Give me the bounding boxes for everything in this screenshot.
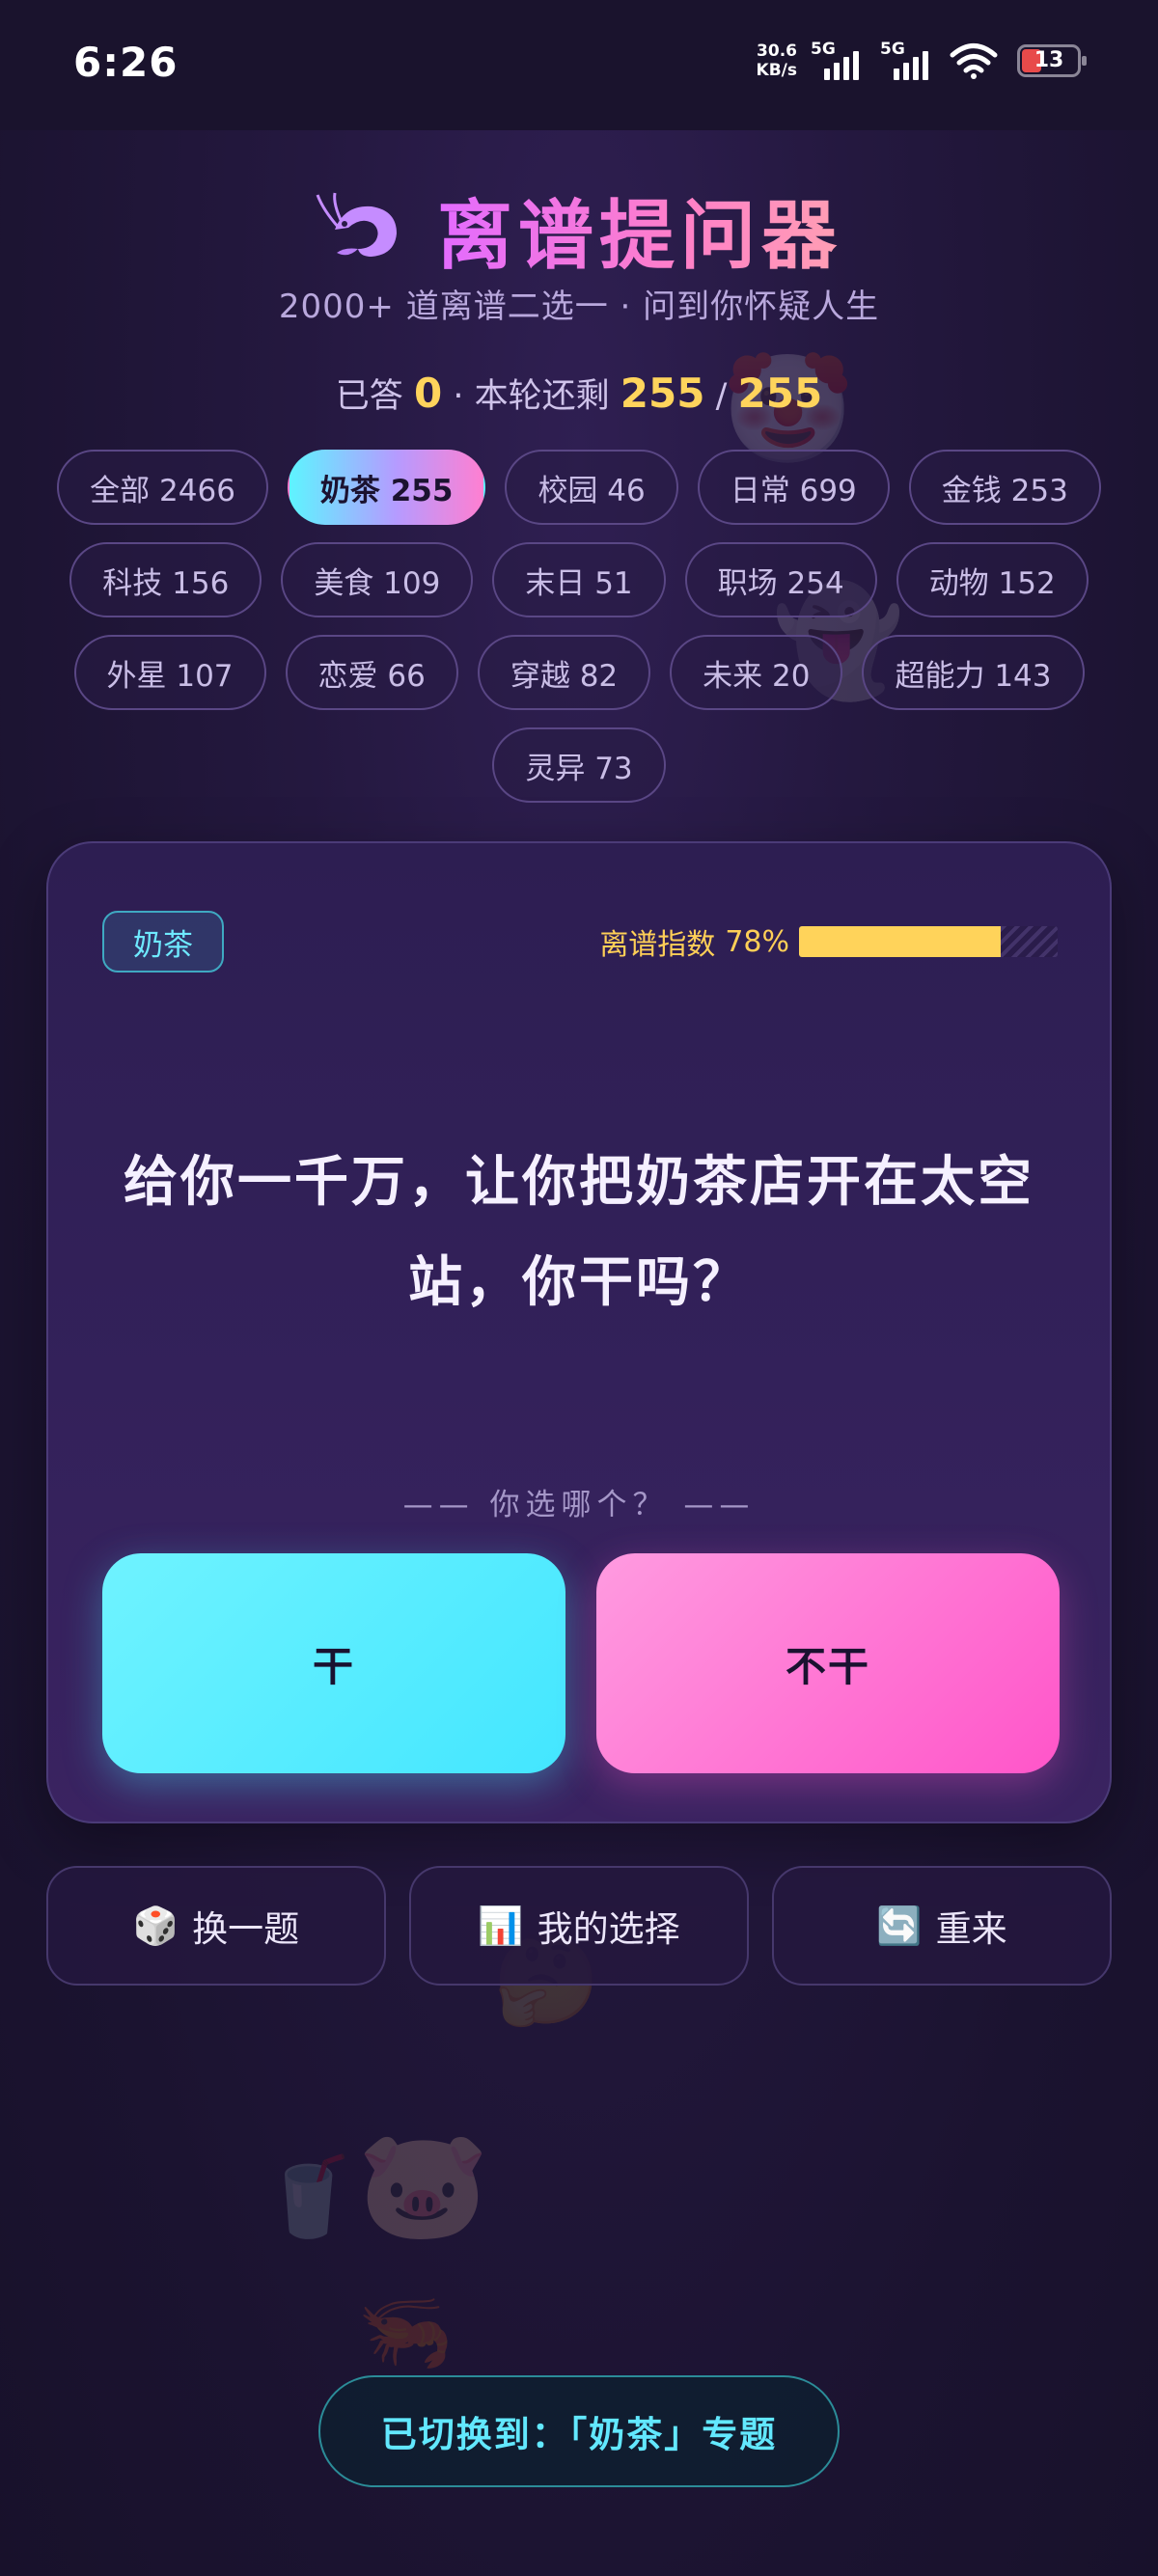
app-title: 离谱提问器 (437, 176, 842, 284)
signal-label: 5G (880, 40, 905, 59)
my-choices-label: 我的选择 (537, 1908, 680, 1950)
shrimp-icon (316, 192, 397, 257)
refresh-icon: 🔄 (876, 1904, 923, 1947)
category-chip-food[interactable]: 美食 109 (281, 542, 474, 617)
dice-icon: 🎲 (132, 1904, 179, 1947)
signal-label: 5G (811, 40, 836, 59)
category-filter: 全部 2466 奶茶 255 校园 46 日常 699 金钱 253 科技 15… (50, 450, 1108, 803)
question-card: 奶茶 离谱指数 78% 给你一千万，让你把奶茶店开在太空站，你干吗？ —— 你选… (46, 841, 1112, 1823)
answered-count: 0 (413, 370, 443, 417)
category-chip-doomsday[interactable]: 末日 51 (492, 542, 666, 617)
app-screen: 6:26 30.6 KB/s 5G 5G 13 🤡 👻 🐷 🥤 🦐 离谱提问器 … (0, 0, 1158, 2576)
option-yes-button[interactable]: 干 (102, 1553, 565, 1773)
signal-icon: 5G (880, 40, 936, 80)
category-chip-supernatural[interactable]: 灵异 73 (492, 727, 666, 803)
network-speed: 30.6 KB/s (757, 41, 797, 80)
status-indicators: 30.6 KB/s 5G 5G 13 (757, 37, 1087, 85)
progress-slash: / (715, 377, 728, 416)
question-text: 给你一千万，让你把奶茶店开在太空站，你干吗？ (124, 1151, 1034, 1314)
signal-icon: 5G (811, 40, 867, 80)
category-chip-tech[interactable]: 科技 156 (69, 542, 262, 617)
shrimp-decoration-icon: 🦐 (357, 2287, 454, 2376)
category-chip-milktea[interactable]: 奶茶 255 (287, 450, 486, 525)
wifi-icon (950, 43, 998, 79)
status-bar: 6:26 30.6 KB/s 5G 5G 13 (0, 0, 1158, 130)
progress-summary: 已答 0 · 本轮还剩 255 / 255 (0, 369, 1158, 418)
app-subtitle: 2000+ 道离谱二选一 · 问到你怀疑人生 (278, 288, 880, 326)
network-speed-value: 30.6 (757, 41, 797, 61)
category-chip-romance[interactable]: 恋爱 66 (285, 635, 458, 710)
toast-message: 已切换到：「奶茶」专题 (318, 2375, 840, 2487)
bar-chart-icon: 📊 (478, 1904, 524, 1947)
absurdity-meter: 离谱指数 78% (599, 920, 1058, 963)
category-chip-time-travel[interactable]: 穿越 82 (477, 635, 651, 710)
battery-level: 13 (1034, 48, 1064, 72)
category-chip-workplace[interactable]: 职场 254 (684, 542, 877, 617)
network-speed-unit: KB/s (756, 61, 797, 80)
category-chip-animals[interactable]: 动物 152 (896, 542, 1089, 617)
absurdity-bar (799, 926, 1058, 957)
remaining-label: 本轮还剩 (474, 377, 610, 416)
category-chip-all[interactable]: 全部 2466 (57, 450, 268, 525)
category-chip-daily[interactable]: 日常 699 (697, 450, 890, 525)
category-chip-campus[interactable]: 校园 46 (505, 450, 678, 525)
my-choices-button[interactable]: 📊 我的选择 (409, 1866, 749, 1986)
remaining-count: 255 (620, 370, 705, 417)
question-category-tag: 奶茶 (102, 911, 224, 973)
category-chip-superpower[interactable]: 超能力 143 (862, 635, 1085, 710)
answered-label: 已答 (335, 377, 403, 416)
category-chip-future[interactable]: 未来 20 (670, 635, 843, 710)
cup-decoration-icon: 🥤 (261, 2151, 357, 2241)
absurdity-label: 离谱指数 (599, 928, 716, 962)
category-chip-money[interactable]: 金钱 253 (908, 450, 1101, 525)
pig-decoration-icon: 🐷 (357, 2123, 489, 2246)
restart-button[interactable]: 🔄 重来 (772, 1866, 1112, 1986)
progress-separator: · (453, 377, 464, 416)
battery-icon: 13 (1017, 44, 1087, 77)
restart-label: 重来 (935, 1908, 1007, 1950)
status-time: 6:26 (73, 39, 179, 86)
total-count: 255 (737, 370, 823, 417)
absurdity-percent: 78% (725, 924, 789, 959)
app-header: 离谱提问器 (0, 176, 1158, 284)
action-bar: 🎲 换一题 📊 我的选择 🔄 重来 (46, 1866, 1112, 1986)
category-chip-aliens[interactable]: 外星 107 (73, 635, 266, 710)
option-no-button[interactable]: 不干 (596, 1553, 1060, 1773)
next-question-label: 换一题 (192, 1908, 300, 1950)
choose-hint: —— 你选哪个？ —— (402, 1488, 756, 1522)
next-question-button[interactable]: 🎲 换一题 (46, 1866, 386, 1986)
absurdity-bar-fill (799, 926, 1002, 957)
